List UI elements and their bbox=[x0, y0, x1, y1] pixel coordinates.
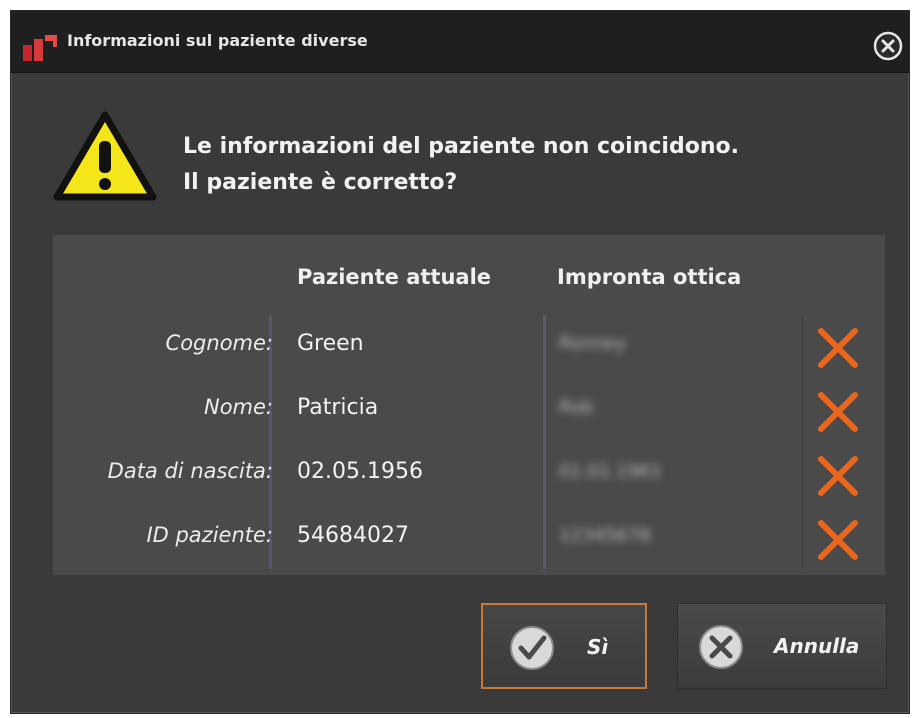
mismatch-x-icon bbox=[818, 328, 858, 368]
patient-info-table: Paziente attuale Impronta ottica Cognome… bbox=[53, 235, 885, 575]
close-icon[interactable] bbox=[873, 31, 903, 61]
table-row-birthdate: Data di nascita: 02.05.1956 01.01.1961 bbox=[53, 451, 885, 501]
header-current-patient: Paziente attuale bbox=[297, 265, 492, 289]
yes-button[interactable]: Sì bbox=[481, 603, 647, 689]
mismatch-x-icon bbox=[818, 520, 858, 560]
row-label: Data di nascita: bbox=[107, 459, 273, 483]
cancel-button-label: Annulla bbox=[774, 634, 860, 658]
current-value: Green bbox=[297, 331, 364, 356]
optical-value-blurred: 12345678 bbox=[559, 525, 651, 546]
optical-value-blurred: Rob bbox=[559, 397, 594, 418]
optical-value-blurred: 01.01.1961 bbox=[559, 461, 663, 482]
cancel-button[interactable]: Annulla bbox=[677, 603, 887, 689]
warning-icon bbox=[53, 111, 157, 201]
check-circle-icon bbox=[510, 626, 554, 670]
patient-mismatch-dialog: Informazioni sul paziente diverse Le inf… bbox=[10, 10, 910, 714]
yes-button-label: Sì bbox=[587, 635, 609, 659]
message-line-2: Il paziente è corretto? bbox=[183, 170, 458, 195]
header-optical-impression: Impronta ottica bbox=[557, 265, 742, 289]
row-label: Cognome: bbox=[165, 331, 273, 355]
warning-message: Le informazioni del paziente non coincid… bbox=[183, 129, 873, 201]
optical-value-blurred: Ronney bbox=[559, 333, 627, 354]
app-logo-icon bbox=[23, 35, 57, 61]
mismatch-x-icon bbox=[818, 392, 858, 432]
table-row-name: Nome: Patricia Rob bbox=[53, 387, 885, 437]
dialog-title: Informazioni sul paziente diverse bbox=[67, 31, 368, 50]
table-row-patient-id: ID paziente: 54684027 12345678 bbox=[53, 515, 885, 565]
current-value: Patricia bbox=[297, 395, 379, 420]
title-bar: Informazioni sul paziente diverse bbox=[11, 11, 909, 73]
row-label: Nome: bbox=[203, 395, 273, 419]
mismatch-x-icon bbox=[818, 456, 858, 496]
x-circle-icon bbox=[699, 625, 743, 669]
message-line-1: Le informazioni del paziente non coincid… bbox=[183, 134, 739, 159]
current-value: 54684027 bbox=[297, 523, 409, 548]
table-row-surname: Cognome: Green Ronney bbox=[53, 323, 885, 373]
current-value: 02.05.1956 bbox=[297, 459, 423, 484]
row-label: ID paziente: bbox=[146, 523, 273, 547]
